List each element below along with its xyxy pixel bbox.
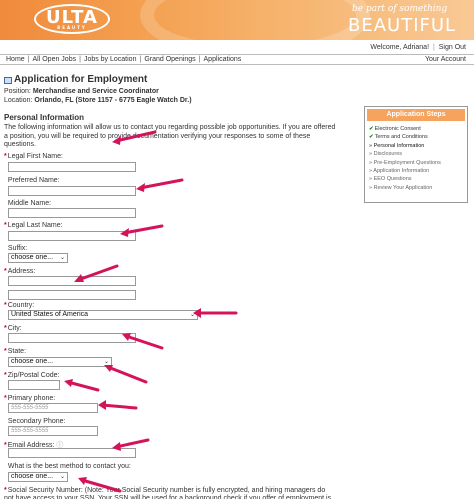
preferred-name-input[interactable]: [8, 186, 136, 196]
welcome-bar: Welcome, Adriana! | Sign Out: [370, 44, 466, 51]
country-label: *Country:: [4, 302, 35, 309]
city-label: *City:: [4, 325, 22, 332]
chevron-down-icon: ⌄: [59, 474, 65, 480]
primary-phone-label: *Primary phone:: [4, 395, 56, 402]
city-input[interactable]: [8, 333, 136, 343]
first-name-input[interactable]: [8, 162, 136, 172]
arrow-preferred-name: [138, 178, 184, 190]
step-item: » Disclosures: [369, 151, 403, 158]
contact-method-label: What is the best method to contact you:: [7, 463, 131, 470]
position-line: Position: Merchandise and Service Coordi…: [4, 88, 159, 95]
location-line: Location: Orlando, FL (Store 1157 - 6775…: [4, 97, 192, 104]
middle-name-label: Middle Name:: [7, 200, 52, 207]
steps-list: ✔Electronic Consent ✔Terms and Conditions…: [365, 123, 467, 194]
first-name-label: *Legal First Name:: [4, 153, 63, 160]
chevron-down-icon: ⌄: [189, 312, 195, 318]
nav-jobs-by-location[interactable]: Jobs by Location: [81, 56, 140, 63]
your-account-link[interactable]: Your Account: [425, 56, 466, 63]
step-item: ✔Electronic Consent: [369, 126, 421, 132]
last-name-input[interactable]: [8, 231, 136, 241]
zip-label: *Zip/Postal Code:: [4, 372, 60, 379]
section-heading: Personal Information: [4, 113, 85, 122]
nav-home[interactable]: Home: [3, 56, 28, 63]
sign-out-link[interactable]: Sign Out: [439, 44, 466, 51]
state-select[interactable]: choose one... ⌄: [8, 357, 112, 367]
secondary-phone-input[interactable]: 555-555-5555: [8, 426, 98, 436]
arrow-email: [114, 438, 150, 449]
address-input[interactable]: [8, 276, 136, 286]
welcome-text: Welcome, Adriana!: [370, 44, 430, 51]
page-title: Application for Employment: [14, 74, 148, 85]
checkmark-icon: ✔: [369, 126, 374, 132]
contact-method-select[interactable]: choose one... ⌄: [8, 472, 68, 482]
step-item: » Review Your Application: [369, 184, 433, 191]
tagline-big: BEAUTIFUL: [348, 15, 457, 36]
primary-phone-input[interactable]: 555-555-5555: [8, 403, 98, 413]
secondary-phone-label: Secondary Phone:: [7, 418, 66, 425]
application-steps-panel: Application Steps ✔Electronic Consent ✔Te…: [364, 106, 468, 203]
nav-all-open-jobs[interactable]: All Open Jobs: [30, 56, 80, 63]
ssn-note: *Social Security Number: (Note: Your Soc…: [4, 487, 332, 499]
address-line2-input[interactable]: [8, 290, 136, 300]
header-banner: ULTA BEAUTY be part of something BEAUTIF…: [0, 0, 474, 40]
step-item: » Application Information: [369, 168, 430, 175]
chevron-down-icon: ⌄: [103, 359, 109, 365]
middle-name-input[interactable]: [8, 208, 136, 218]
nav-applications[interactable]: Applications: [201, 56, 245, 63]
application-icon: [4, 77, 12, 84]
country-select[interactable]: United States of America ⌄: [8, 310, 198, 320]
tagline-small: be part of something: [352, 4, 448, 14]
step-item: » Personal Information: [369, 142, 425, 149]
preferred-name-label: Preferred Name:: [7, 177, 60, 184]
banner-swoosh: [140, 0, 370, 40]
zip-input[interactable]: [8, 380, 60, 390]
logo-subtext: BEAUTY: [57, 25, 87, 30]
ulta-logo[interactable]: ULTA BEAUTY: [34, 4, 110, 34]
step-item: » Pre-Employment Questions: [369, 159, 441, 166]
arrow-zip: [66, 380, 100, 392]
suffix-select[interactable]: choose one... ⌄: [8, 253, 68, 263]
suffix-label: Suffix:: [7, 245, 28, 252]
last-name-label: *Legal Last Name:: [4, 222, 63, 229]
checkmark-icon: ✔: [369, 134, 374, 141]
steps-title: Application Steps: [367, 109, 465, 121]
step-item: » EEO Questions: [369, 176, 412, 183]
nav-grand-openings[interactable]: Grand Openings: [141, 56, 198, 63]
email-input[interactable]: [8, 448, 136, 458]
arrow-primary-phone: [100, 403, 138, 410]
step-item: ✔Terms and Conditions: [369, 134, 428, 141]
address-label: *Address:: [4, 268, 36, 275]
top-nav: Home | All Open Jobs | Jobs by Location | G…: [0, 54, 474, 65]
chevron-down-icon: ⌄: [59, 255, 65, 261]
state-label: *State:: [4, 348, 27, 355]
arrow-state: [106, 365, 148, 384]
intro-text: The following information will allow us …: [4, 124, 336, 149]
